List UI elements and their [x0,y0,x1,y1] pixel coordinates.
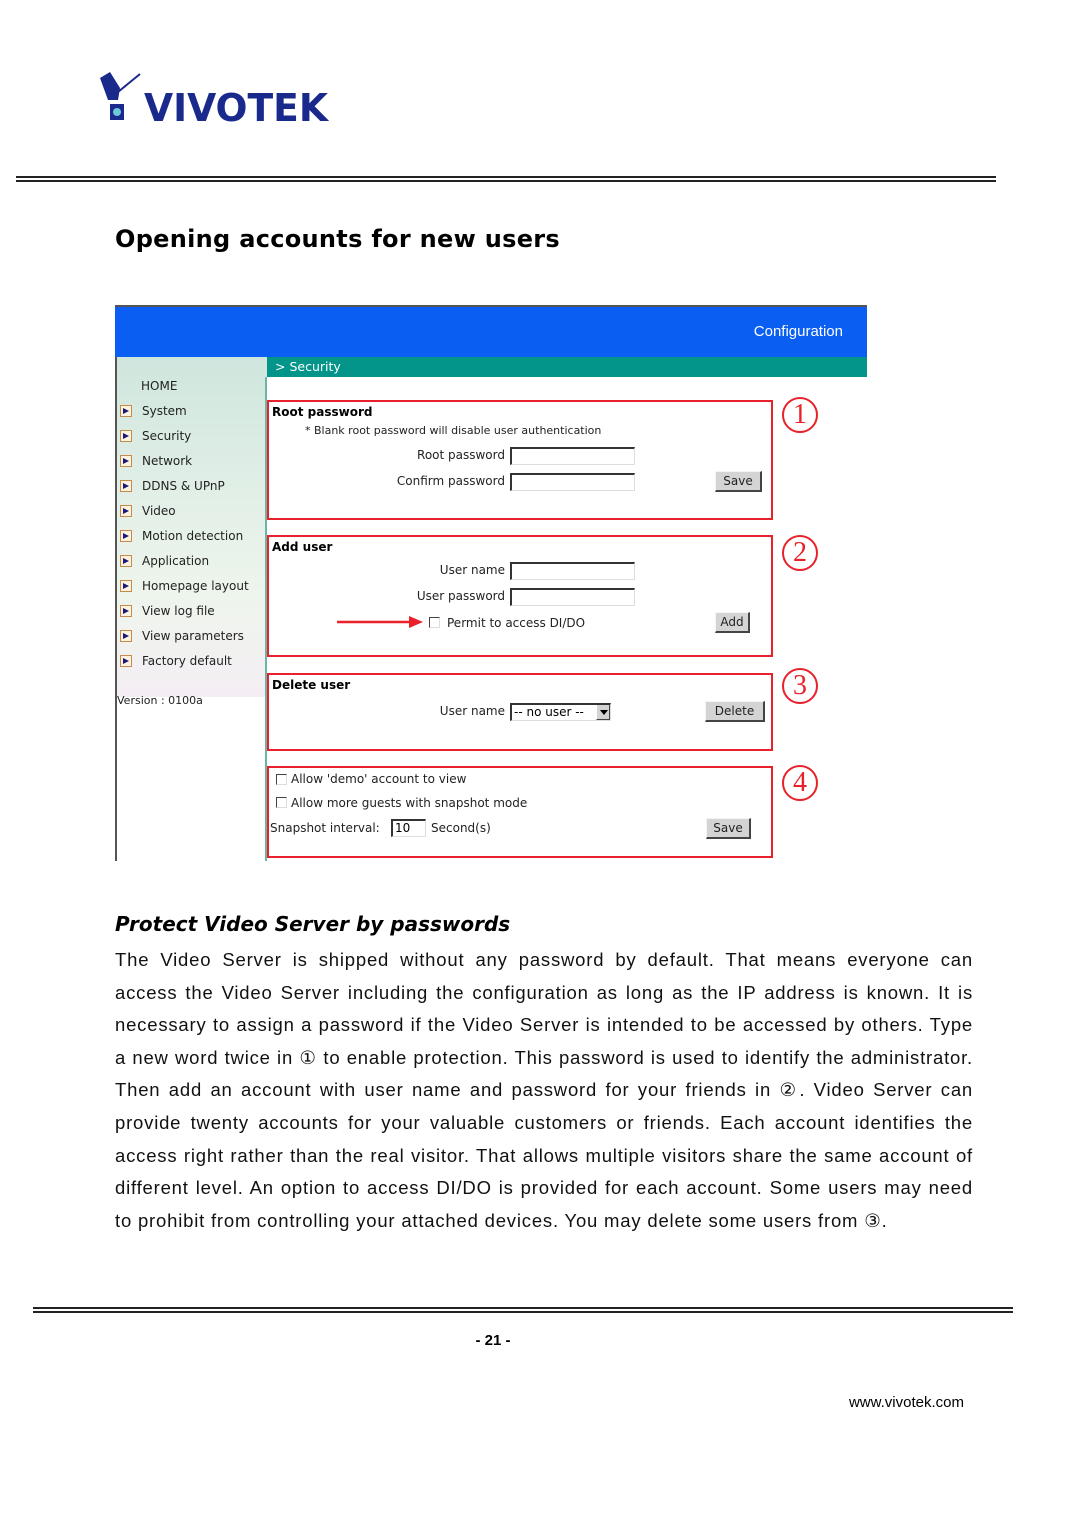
allow-demo-checkbox[interactable] [276,774,287,785]
sidebar-item-ddns-upnp[interactable]: DDNS & UPnP [117,475,225,497]
root-password-note: * Blank root password will disable user … [305,424,602,437]
sidebar-item-label: System [142,404,187,418]
arrow-right-icon [120,630,132,642]
delete-user-button[interactable]: Delete [705,701,765,722]
red-arrow-icon [337,616,423,628]
allow-demo-label: Allow 'demo' account to view [291,772,467,786]
sidebar-item-label: Security [142,429,192,443]
config-banner: Configuration [115,305,867,357]
arrow-right-icon [120,605,132,617]
sidebar-item-application[interactable]: Application [117,550,209,572]
banner-title: Configuration [753,323,843,340]
sidebar-item-label: DDNS & UPnP [142,479,225,493]
sidebar: HOME System Security Network DDNS & UPnP… [117,357,267,697]
annotation-marker-1: 1 [782,397,818,433]
firmware-version: Version : 0100a [117,694,203,707]
sidebar-item-motion-detection[interactable]: Motion detection [117,525,243,547]
dropdown-arrow-icon[interactable] [596,705,610,720]
snapshot-interval-label: Snapshot interval: [270,821,380,835]
panel-title: Root password [272,405,373,419]
arrow-right-icon [120,430,132,442]
arrow-right-icon [120,455,132,467]
delete-user-name-label: User name [439,704,505,718]
sidebar-item-label: View log file [142,604,215,618]
arrow-right-icon [120,480,132,492]
sidebar-item-label: Video [142,504,176,518]
section-body: The Video Server is shipped without any … [115,949,973,1231]
user-password-label: User password [416,589,505,603]
arrow-right-icon [120,405,132,417]
root-password-panel: Root password * Blank root password will… [267,400,773,520]
annotation-marker-2: 2 [782,535,818,571]
permit-dido-checkbox[interactable] [429,617,440,628]
user-name-input[interactable] [510,562,635,580]
confirm-password-label: Confirm password [396,474,505,488]
sidebar-item-network[interactable]: Network [117,450,192,472]
selected-user: -- no user -- [514,705,584,719]
logo-icon: VIVOTEK [100,72,330,130]
sidebar-item-home[interactable]: HOME [141,375,177,397]
user-name-label: User name [439,563,505,577]
guest-options-panel: Allow 'demo' account to view Allow more … [267,766,773,858]
page-title: Opening accounts for new users [115,225,560,253]
vivotek-logo: VIVOTEK [96,70,331,130]
breadcrumb: > Security [267,357,867,377]
save-root-password-button[interactable]: Save [715,471,762,492]
save-guest-options-button[interactable]: Save [706,818,751,839]
sidebar-item-security[interactable]: Security [117,425,191,447]
panel-title: Add user [272,540,333,554]
snapshot-interval-unit: Second(s) [431,821,491,835]
sidebar-item-label: Motion detection [142,529,244,543]
sidebar-item-video[interactable]: Video [117,500,176,522]
root-password-input[interactable] [510,447,635,465]
arrow-right-icon [120,505,132,517]
delete-user-select[interactable]: -- no user -- [510,703,611,721]
sidebar-item-label: View parameters [142,629,244,643]
sidebar-item-label: Factory default [142,654,232,668]
sidebar-item-label: Homepage layout [142,579,249,593]
arrow-right-icon [120,655,132,667]
sidebar-item-view-log-file[interactable]: View log file [117,600,215,622]
root-password-label: Root password [417,448,505,462]
delete-user-panel: Delete user User name -- no user -- Dele… [267,673,773,751]
user-password-input[interactable] [510,588,635,606]
page-number: - 21 - [475,1332,511,1349]
arrow-right-icon [120,580,132,592]
website-link[interactable]: www.vivotek.com [849,1394,964,1411]
sidebar-item-label: HOME [141,379,178,393]
svg-text:VIVOTEK: VIVOTEK [144,86,330,130]
panel-title: Delete user [272,678,351,692]
sidebar-item-view-parameters[interactable]: View parameters [117,625,244,647]
sidebar-item-factory-default[interactable]: Factory default [117,650,232,672]
allow-guests-checkbox[interactable] [276,797,287,808]
annotation-marker-4: 4 [782,765,818,801]
header-rule [16,176,996,182]
sidebar-item-label: Network [142,454,193,468]
sidebar-item-label: Application [142,554,210,568]
configuration-screenshot: Configuration HOME System Security Netwo… [115,305,867,861]
arrow-right-icon [120,555,132,567]
permit-dido-label: Permit to access DI/DO [447,616,586,630]
footer-rule [33,1307,1013,1313]
sidebar-item-system[interactable]: System [117,400,187,422]
add-user-button[interactable]: Add [715,612,750,633]
sidebar-item-homepage-layout[interactable]: Homepage layout [117,575,249,597]
add-user-panel: Add user User name User password Permit … [267,535,773,657]
allow-guests-label: Allow more guests with snapshot mode [291,796,528,810]
arrow-right-icon [120,530,132,542]
snapshot-interval-input[interactable]: 10 [391,819,426,837]
annotation-marker-3: 3 [782,668,818,704]
confirm-password-input[interactable] [510,473,635,491]
section-heading: Protect Video Server by passwords [115,912,511,936]
